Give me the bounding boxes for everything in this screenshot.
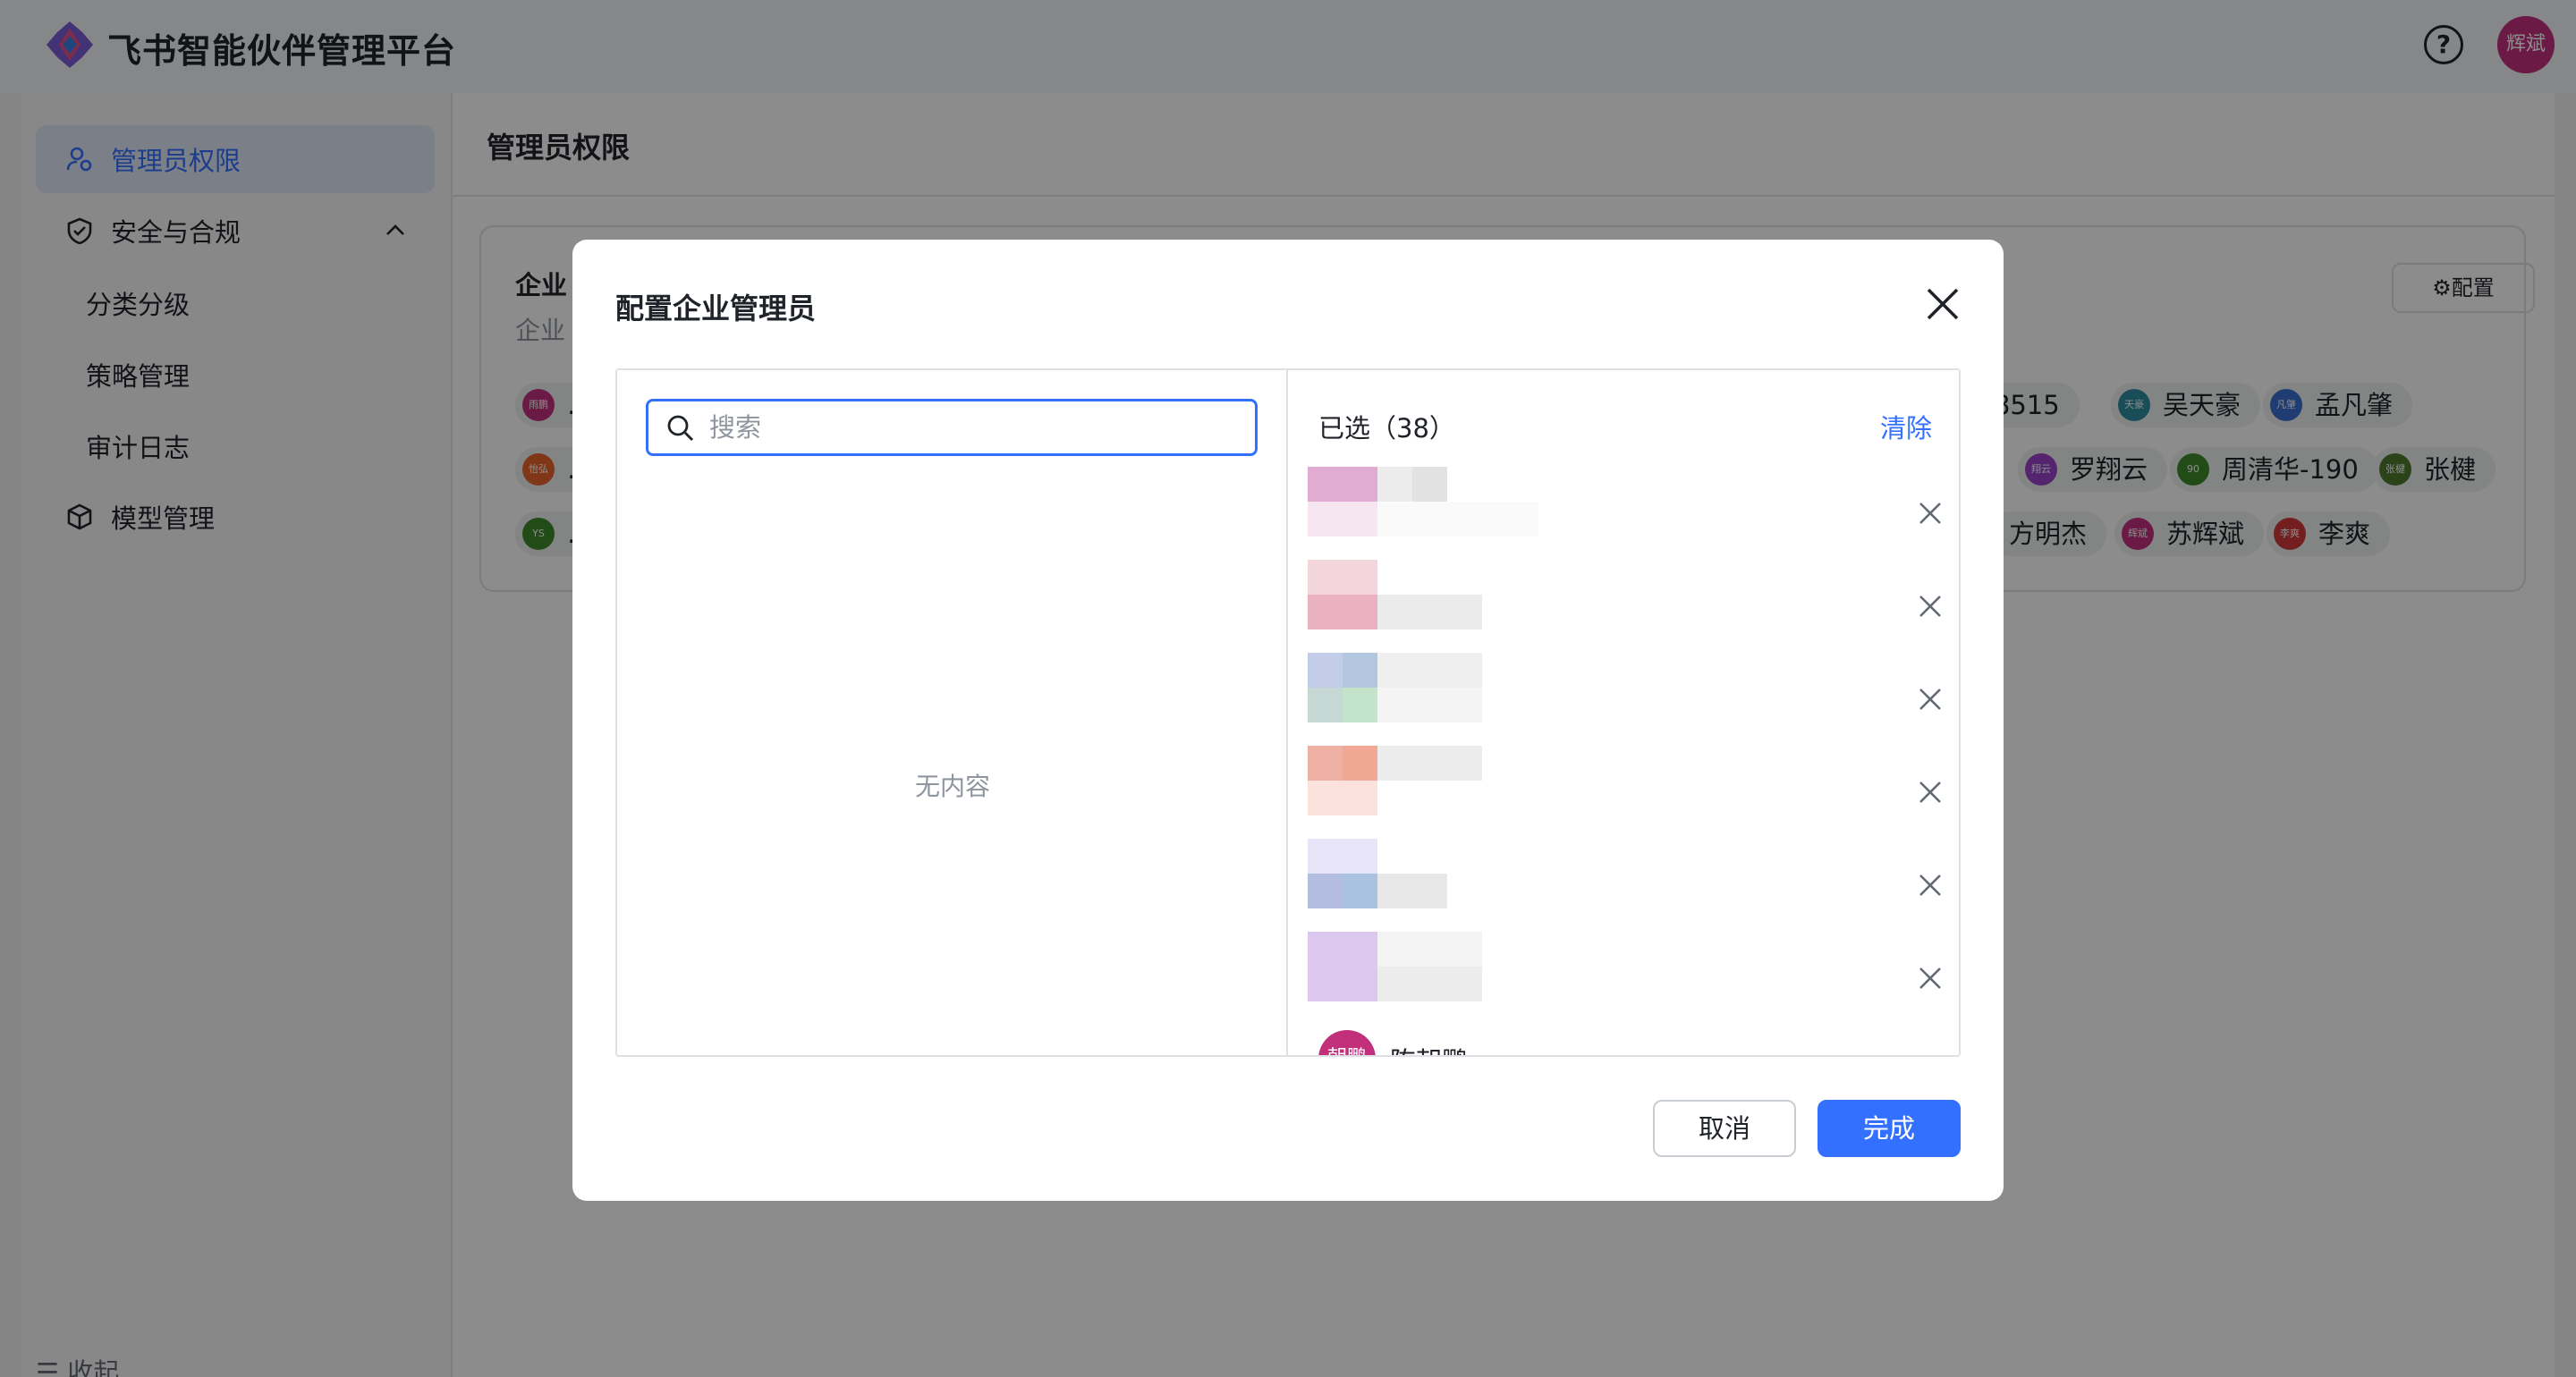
search-box[interactable] bbox=[646, 399, 1258, 456]
blurred-member bbox=[1308, 932, 1540, 1025]
selected-member-row bbox=[1308, 932, 1943, 1025]
blurred-member bbox=[1308, 560, 1540, 653]
selected-member-row bbox=[1308, 467, 1943, 560]
done-button[interactable]: 完成 bbox=[1818, 1100, 1961, 1157]
remove-icon[interactable] bbox=[1916, 592, 1945, 621]
remove-icon[interactable] bbox=[1916, 499, 1945, 528]
dialog-title: 配置企业管理员 bbox=[615, 291, 817, 325]
config-admin-dialog: 配置企业管理员 无内容 已选（38） 清除 bbox=[572, 240, 2004, 1201]
selected-member-row bbox=[1308, 746, 1943, 839]
blurred-member bbox=[1308, 653, 1540, 746]
remove-icon[interactable] bbox=[1916, 778, 1945, 807]
avatar: 朝鹏 bbox=[1318, 1030, 1376, 1055]
remove-icon[interactable] bbox=[1916, 964, 1945, 993]
search-panel: 无内容 bbox=[617, 370, 1288, 1055]
selected-count: 已选（38） bbox=[1318, 413, 1455, 444]
remove-icon[interactable] bbox=[1916, 685, 1945, 714]
blurred-member bbox=[1308, 467, 1540, 560]
member-picker: 无内容 已选（38） 清除 bbox=[615, 368, 1961, 1057]
search-input[interactable] bbox=[709, 407, 1246, 448]
selected-member-row bbox=[1308, 560, 1943, 653]
empty-state: 无内容 bbox=[914, 772, 990, 801]
selected-member-row bbox=[1308, 839, 1943, 932]
blurred-member bbox=[1308, 746, 1540, 839]
selected-member-row: 朝鹏 陈朝鹏 bbox=[1318, 1030, 1945, 1055]
member-name: 陈朝鹏 bbox=[1390, 1041, 1468, 1055]
blurred-member bbox=[1308, 839, 1540, 932]
close-icon[interactable] bbox=[1923, 284, 1962, 324]
clear-button[interactable]: 清除 bbox=[1880, 408, 1932, 445]
selected-member-row bbox=[1308, 653, 1943, 746]
search-icon bbox=[667, 415, 693, 441]
cancel-button[interactable]: 取消 bbox=[1653, 1100, 1796, 1157]
remove-icon[interactable] bbox=[1916, 871, 1945, 900]
selected-panel: 已选（38） 清除 bbox=[1290, 370, 1959, 1055]
